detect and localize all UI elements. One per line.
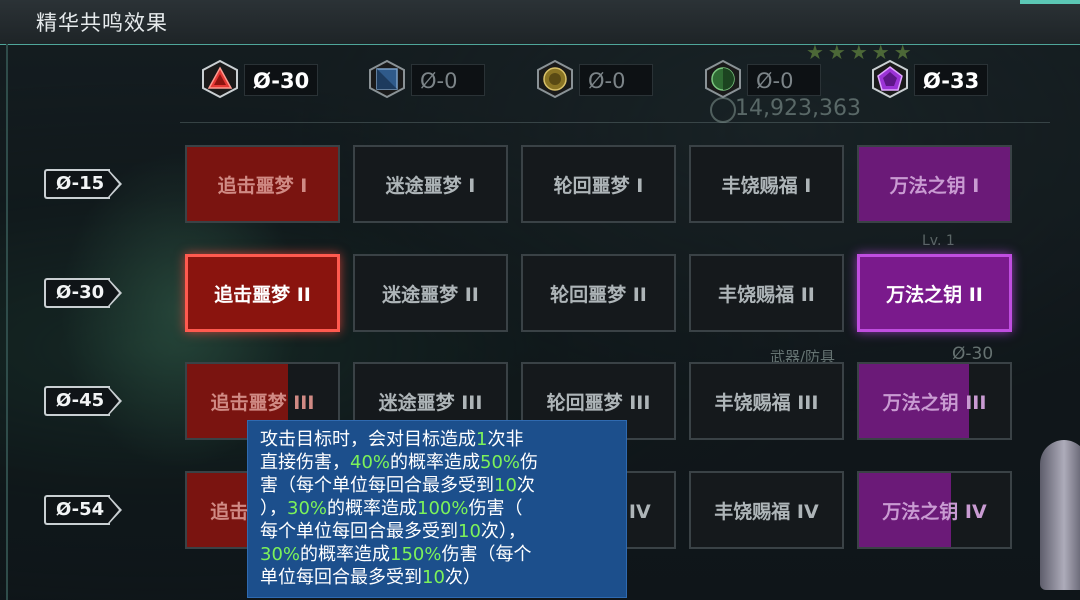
tooltip-highlight: 1 <box>476 429 488 450</box>
tooltip-text: 次） <box>444 567 481 588</box>
cell-label: 轮回噩梦 II <box>550 283 647 306</box>
tooltip-text: 的概率造成 <box>300 544 391 565</box>
cell-lost-nightmare-2[interactable]: 迷途噩梦 II <box>353 254 508 332</box>
tooltip-highlight: 30% <box>260 544 301 565</box>
cell-key-of-laws-1[interactable]: 万法之钥 I <box>857 145 1012 223</box>
cell-bounty-blessing-4[interactable]: 丰饶赐福 IV <box>689 471 844 549</box>
cell-label: 丰饶赐福 IV <box>714 500 819 523</box>
tooltip-line: 害（每个单位每回合最多受到10次 <box>260 474 616 497</box>
element-purple-value: Ø-33 <box>914 64 988 96</box>
background-level: Lv. 1 <box>922 233 955 249</box>
element-blue-value: Ø-0 <box>411 64 485 96</box>
background-divider <box>180 122 1050 123</box>
gold-circle-gem-icon <box>537 59 573 99</box>
background-currency-value: 14,923,363 <box>735 96 861 121</box>
cell-lost-nightmare-1[interactable]: 迷途噩梦 I <box>353 145 508 223</box>
cell-label: 万法之钥 I <box>889 174 980 197</box>
tooltip-highlight: 40% <box>350 452 391 473</box>
tooltip-highlight: 10 <box>494 475 517 496</box>
tooltip-text: 伤害（每个 <box>441 544 532 565</box>
left-accent-line <box>6 44 8 600</box>
cell-bounty-blessing-1[interactable]: 丰饶赐福 I <box>689 145 844 223</box>
purple-pentagon-gem-icon <box>872 59 908 99</box>
cell-key-of-laws-2[interactable]: 万法之钥 II <box>857 254 1012 332</box>
tooltip-text: 单位每回合最多受到 <box>260 567 422 588</box>
tooltip-line: ），30%的概率造成100%伤害（ <box>260 497 616 520</box>
resonance-panel: ★★★★★ 14,923,363 Lv. 1 武器/防具 Ø-30 精华共鸣效果… <box>0 0 1080 600</box>
tooltip-text: 直接伤害， <box>260 452 350 473</box>
tooltip-text: ）， <box>260 498 287 519</box>
cell-label: 丰饶赐福 II <box>718 283 815 306</box>
tooltip-text: 伤 <box>520 452 539 473</box>
row-label-text: Ø-45 <box>44 386 110 416</box>
element-green-value: Ø-0 <box>747 64 821 96</box>
element-red-value: Ø-30 <box>244 64 318 96</box>
cell-samsara-nightmare-1[interactable]: 轮回噩梦 I <box>521 145 676 223</box>
tooltip-text: 伤害（ <box>468 498 523 519</box>
header-accent <box>1020 0 1080 4</box>
tooltip-highlight: 10 <box>458 521 481 542</box>
tooltip-highlight: 10 <box>422 567 445 588</box>
row-label-text: Ø-30 <box>44 278 110 308</box>
row-label-text: Ø-15 <box>44 169 110 199</box>
cell-bounty-blessing-3[interactable]: 丰饶赐福 III <box>689 362 844 440</box>
tooltip-line: 攻击目标时，会对目标造成1次非 <box>260 428 616 451</box>
blue-square-gem-icon <box>369 59 405 99</box>
tooltip-line: 直接伤害，40%的概率造成50%伤 <box>260 451 616 474</box>
cell-chase-nightmare-1[interactable]: 追击噩梦 I <box>185 145 340 223</box>
tooltip-text: 攻击目标时，会对目标造成 <box>260 429 476 450</box>
cell-label: 轮回噩梦 I <box>553 174 644 197</box>
background-rocket-art <box>1040 440 1080 590</box>
cell-key-of-laws-4[interactable]: 万法之钥 IV <box>857 471 1012 549</box>
cell-key-of-laws-3[interactable]: 万法之钥 III <box>857 362 1012 440</box>
row-label-1: Ø-15 <box>44 169 124 199</box>
red-triangle-gem-icon <box>202 59 238 99</box>
tooltip-line: 30%的概率造成150%伤害（每个 <box>260 543 616 566</box>
tooltip-text: 害（每个单位每回合最多受到 <box>260 475 494 496</box>
cell-label: 迷途噩梦 II <box>382 283 479 306</box>
cell-label: 追击噩梦 II <box>214 283 311 306</box>
cell-label: 丰饶赐福 I <box>721 174 812 197</box>
effect-tooltip: 攻击目标时，会对目标造成1次非 直接伤害，40%的概率造成50%伤 害（每个单位每回… <box>247 420 627 598</box>
page-title: 精华共鸣效果 <box>36 11 168 35</box>
tooltip-line: 单位每回合最多受到10次） <box>260 566 616 589</box>
tooltip-text: 的概率造成 <box>327 498 418 519</box>
cell-chase-nightmare-2[interactable]: 追击噩梦 II <box>185 254 340 332</box>
tooltip-text: 每个单位每回合最多受到 <box>260 521 458 542</box>
green-circle-gem-icon <box>705 59 741 99</box>
cell-label: 追击噩梦 I <box>217 174 308 197</box>
element-gold-value: Ø-0 <box>579 64 653 96</box>
cell-samsara-nightmare-2[interactable]: 轮回噩梦 II <box>521 254 676 332</box>
tooltip-text: 次）， <box>480 521 526 542</box>
background-weapon-value: Ø-30 <box>952 344 994 364</box>
row-label-3: Ø-45 <box>44 386 124 416</box>
tooltip-text: 次 <box>516 475 535 496</box>
tooltip-text: 次非 <box>487 429 524 450</box>
row-label-text: Ø-54 <box>44 495 110 525</box>
tooltip-highlight: 30% <box>287 498 328 519</box>
tooltip-text: 的概率造成 <box>390 452 481 473</box>
tooltip-highlight: 150% <box>390 544 442 565</box>
background-currency-icon <box>710 97 736 123</box>
cell-bounty-blessing-2[interactable]: 丰饶赐福 II <box>689 254 844 332</box>
tooltip-highlight: 50% <box>480 452 521 473</box>
tooltip-line: 每个单位每回合最多受到10次）， <box>260 520 616 543</box>
cell-label: 丰饶赐福 III <box>714 391 819 414</box>
row-label-4: Ø-54 <box>44 495 124 525</box>
cell-label: 万法之钥 III <box>882 391 987 414</box>
row-label-2: Ø-30 <box>44 278 124 308</box>
cell-label: 万法之钥 II <box>886 283 983 306</box>
tooltip-highlight: 100% <box>417 498 469 519</box>
cell-label: 万法之钥 IV <box>882 500 987 523</box>
cell-label: 迷途噩梦 I <box>385 174 476 197</box>
header-bar: 精华共鸣效果 <box>0 0 1080 45</box>
